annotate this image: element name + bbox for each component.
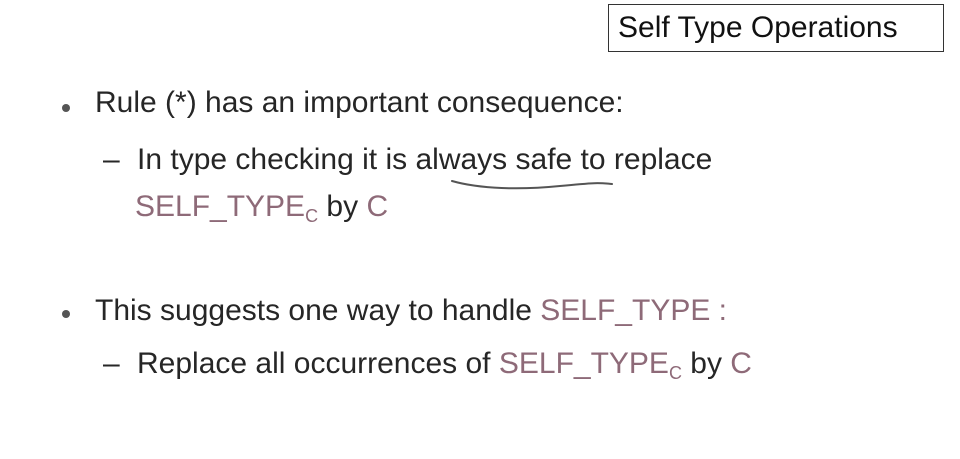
self-type-subscript: C xyxy=(668,363,682,383)
handwritten-underline-icon xyxy=(451,180,613,190)
dash-marker: – xyxy=(103,143,120,176)
bullet-1-subitem-line-1: – In type checking it is always safe to r… xyxy=(103,143,712,177)
bullet-1-text: Rule (*) has an important consequence: xyxy=(95,86,624,119)
subitem-text: Replace all occurrences of xyxy=(137,347,499,380)
bullet-2-subitem: – Replace all occurrences of SELF_TYPEC b… xyxy=(103,347,752,384)
slide-title: Self Type Operations xyxy=(608,4,944,52)
subitem-text: to replace xyxy=(572,143,713,176)
subitem-text: by xyxy=(681,347,731,380)
bullet-dot-icon xyxy=(62,310,70,318)
self-type-keyword: SELF_TYPE xyxy=(135,190,306,223)
bullet-2-prefix: This suggests one way to handle xyxy=(95,294,541,327)
subitem-text: In type checking it is xyxy=(137,143,416,176)
bullet-2-text: This suggests one way to handle SELF_TYP… xyxy=(95,294,727,328)
bullet-1-subitem-line-2: SELF_TYPEC by C xyxy=(135,190,388,227)
dash-marker: – xyxy=(103,347,120,380)
class-c-keyword: C xyxy=(730,347,752,380)
self-type-keyword: SELF_TYPE xyxy=(498,347,669,380)
emphasized-phrase: always safe xyxy=(415,143,573,176)
subitem-text: by xyxy=(318,190,367,223)
bullet-dot-icon xyxy=(62,104,70,112)
self-type-subscript: C xyxy=(305,206,319,226)
self-type-keyword: SELF_TYPE : xyxy=(540,294,728,327)
class-c-keyword: C xyxy=(366,190,389,223)
